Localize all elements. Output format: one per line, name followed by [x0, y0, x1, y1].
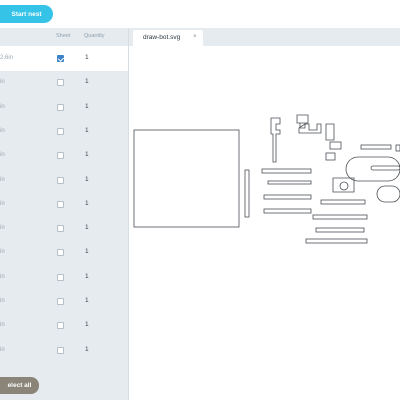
- part-size: in: [0, 298, 5, 304]
- table-row[interactable]: in 1: [0, 216, 128, 241]
- sheet-checkbox[interactable]: [57, 103, 64, 111]
- long-strip-part-3: [315, 227, 365, 233]
- sheet-checkbox[interactable]: [57, 225, 64, 233]
- rail-part-2: [263, 208, 312, 214]
- rack-part-1: [261, 168, 312, 174]
- small-square-part: [325, 152, 336, 161]
- sheet-checkbox[interactable]: [57, 55, 64, 62]
- sheet-checkbox[interactable]: [57, 176, 64, 184]
- strip-part-edge: [395, 144, 400, 152]
- quantity-value[interactable]: 1: [85, 224, 89, 231]
- sheet-checkbox[interactable]: [57, 79, 64, 87]
- quantity-value[interactable]: 1: [85, 127, 89, 134]
- tab-label: draw-bot.svg: [143, 34, 181, 41]
- top-toolbar: [0, 0, 400, 28]
- large-panel-part: [133, 129, 240, 228]
- parts-table-header: Sheet Quantity: [0, 28, 128, 45]
- sheet-checkbox[interactable]: [57, 346, 64, 354]
- quantity-value[interactable]: 1: [85, 54, 89, 61]
- rail-part-1: [263, 194, 312, 200]
- part-size: 2.6in: [0, 55, 14, 61]
- close-icon[interactable]: ×: [193, 34, 197, 40]
- table-row[interactable]: in 1: [0, 168, 128, 193]
- quantity-column-header: Quantity: [84, 33, 105, 39]
- sheet-checkbox[interactable]: [57, 152, 64, 160]
- clip-part: [325, 123, 335, 141]
- quantity-value[interactable]: 1: [85, 200, 89, 207]
- start-nest-button[interactable]: Start nest: [0, 5, 53, 23]
- part-size: in: [0, 127, 5, 134]
- arm-part: [270, 117, 281, 163]
- part-size: in: [0, 346, 5, 353]
- rack-part-2: [267, 180, 312, 185]
- hub-hole: [339, 181, 349, 191]
- part-size: in: [0, 249, 5, 256]
- part-size: in: [0, 273, 5, 280]
- sheet-checkbox[interactable]: [57, 298, 64, 305]
- part-size: in: [0, 79, 5, 86]
- quantity-value[interactable]: 1: [85, 273, 89, 280]
- part-size: in: [0, 176, 5, 183]
- table-row[interactable]: in 1: [0, 143, 128, 168]
- quantity-value[interactable]: 1: [85, 297, 89, 304]
- part-size: in: [0, 225, 5, 232]
- bracket-part-2: [298, 123, 322, 134]
- svg-preview: [133, 114, 400, 244]
- quantity-value[interactable]: 1: [85, 321, 89, 328]
- table-row[interactable]: in 1: [0, 338, 128, 363]
- quantity-value[interactable]: 1: [85, 346, 89, 353]
- strip-part-1: [360, 144, 392, 150]
- sheet-checkbox[interactable]: [57, 273, 64, 281]
- side-strip-part: [244, 169, 250, 218]
- table-row[interactable]: in 1: [0, 95, 128, 120]
- table-row[interactable]: in 1: [0, 119, 128, 144]
- long-strip-part-2: [312, 214, 368, 220]
- round-slot-part: [376, 185, 400, 203]
- table-row[interactable]: in 1: [0, 70, 128, 95]
- part-size: in: [0, 152, 5, 159]
- quantity-value[interactable]: 1: [85, 103, 89, 110]
- table-row[interactable]: in 1: [0, 192, 128, 217]
- small-block-part: [329, 141, 342, 150]
- part-size: in: [0, 322, 5, 329]
- table-row[interactable]: in 1: [0, 265, 128, 290]
- quantity-value[interactable]: 1: [85, 176, 89, 183]
- slot-plate-part: [345, 156, 400, 182]
- table-row[interactable]: in 1: [0, 289, 128, 314]
- long-strip-part-1: [320, 199, 366, 205]
- sheet-checkbox[interactable]: [57, 127, 64, 135]
- table-row[interactable]: in 1: [0, 313, 128, 338]
- sheet-checkbox[interactable]: [57, 322, 64, 330]
- long-strip-part-4: [305, 238, 368, 244]
- select-all-button[interactable]: elect all: [0, 377, 39, 394]
- part-size: in: [0, 200, 5, 207]
- quantity-value[interactable]: 1: [85, 78, 89, 85]
- sheet-checkbox[interactable]: [57, 200, 64, 208]
- slot-hole: [370, 165, 400, 171]
- quantity-value[interactable]: 1: [85, 151, 89, 158]
- table-row[interactable]: in 1: [0, 240, 128, 265]
- sheet-column-header: Sheet: [56, 33, 71, 39]
- sheet-checkbox[interactable]: [57, 249, 64, 257]
- part-size: in: [0, 103, 5, 110]
- table-row[interactable]: 2.6in 1: [0, 46, 128, 71]
- quantity-value[interactable]: 1: [85, 248, 89, 255]
